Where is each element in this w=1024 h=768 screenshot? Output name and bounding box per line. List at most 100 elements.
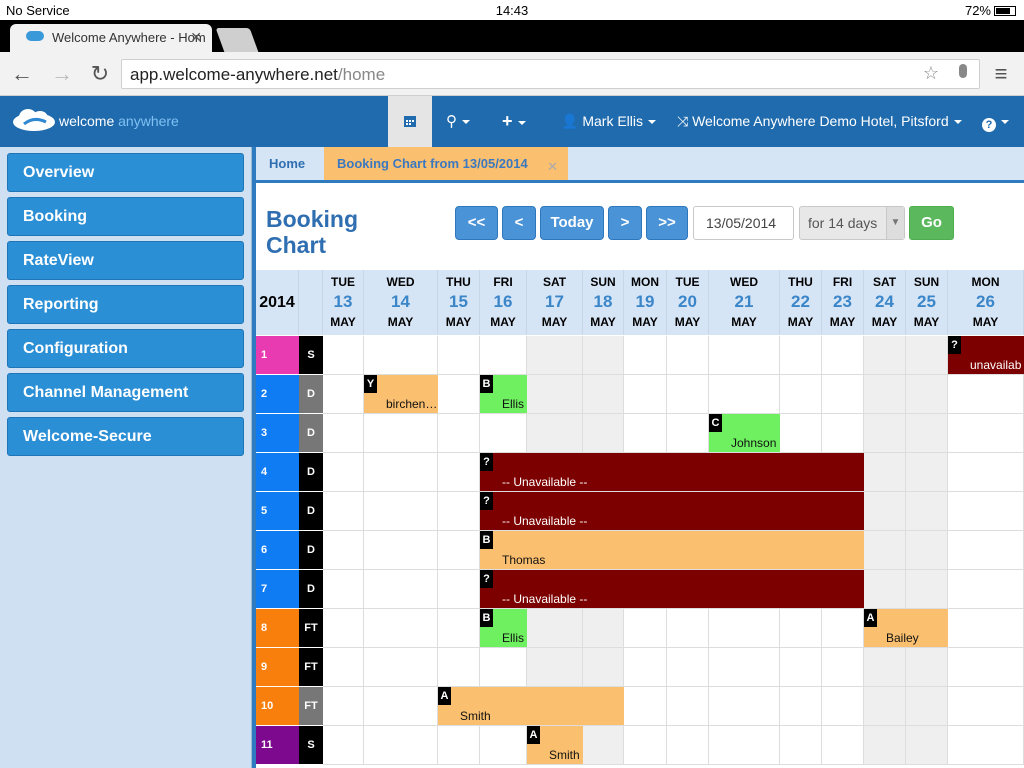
day-header[interactable]: MON 19 MAY <box>624 270 667 335</box>
grid-cell[interactable] <box>438 531 480 570</box>
grid-cell[interactable] <box>624 687 667 726</box>
grid-cell[interactable] <box>822 687 864 726</box>
room-number[interactable]: 11 <box>256 726 299 765</box>
day-header[interactable]: TUE 13 MAY <box>323 270 364 335</box>
room-number[interactable]: 8 <box>256 609 299 648</box>
grid-cell[interactable] <box>948 531 1024 570</box>
grid-cell[interactable] <box>323 570 364 609</box>
grid-cell[interactable] <box>864 570 906 609</box>
reload-icon[interactable]: ↻ <box>86 60 114 88</box>
grid-cell[interactable] <box>822 648 864 687</box>
grid-cell[interactable] <box>822 375 864 414</box>
grid-cell[interactable] <box>364 726 438 765</box>
grid-cell[interactable] <box>948 570 1024 609</box>
grid-cell[interactable] <box>906 375 948 414</box>
grid-cell[interactable] <box>667 609 709 648</box>
booking-block[interactable]: A Smith <box>527 726 583 764</box>
grid-cell[interactable] <box>948 375 1024 414</box>
grid-cell[interactable] <box>438 648 480 687</box>
grid-cell[interactable] <box>906 336 948 375</box>
new-tab-button[interactable] <box>215 28 259 52</box>
room-number[interactable]: 6 <box>256 531 299 570</box>
sidebar-item-booking[interactable]: Booking <box>7 197 244 236</box>
room-number[interactable]: 2 <box>256 375 299 414</box>
grid-cell[interactable] <box>323 375 364 414</box>
grid-cell[interactable] <box>323 414 364 453</box>
browser-tab-active[interactable]: Welcome Anywhere - Hom ✕ <box>10 24 212 52</box>
grid-cell[interactable] <box>709 687 780 726</box>
grid-cell[interactable] <box>906 531 948 570</box>
room-number[interactable]: 5 <box>256 492 299 531</box>
help-menu[interactable]: ? <box>982 96 1009 147</box>
grid-cell[interactable] <box>583 726 624 765</box>
grid-cell[interactable] <box>864 375 906 414</box>
grid-cell[interactable] <box>438 726 480 765</box>
grid-cell[interactable] <box>438 414 480 453</box>
grid-cell[interactable] <box>323 609 364 648</box>
grid-cell[interactable] <box>364 414 438 453</box>
day-header[interactable]: SUN 18 MAY <box>583 270 624 335</box>
sidebar-item-reporting[interactable]: Reporting <box>7 285 244 324</box>
sidebar-item-rateview[interactable]: RateView <box>7 241 244 280</box>
grid-cell[interactable] <box>438 492 480 531</box>
sidebar-item-configuration[interactable]: Configuration <box>7 329 244 368</box>
grid-cell[interactable] <box>323 492 364 531</box>
today-button[interactable]: Today <box>540 206 604 240</box>
grid-cell[interactable] <box>364 531 438 570</box>
grid-cell[interactable] <box>583 375 624 414</box>
grid-cell[interactable] <box>480 648 527 687</box>
grid-cell[interactable] <box>667 375 709 414</box>
grid-cell[interactable] <box>906 453 948 492</box>
hotel-switcher[interactable]: ⤨ Welcome Anywhere Demo Hotel, Pitsford <box>677 96 962 147</box>
booking-block[interactable]: ? -- Unavailable -- <box>480 453 864 491</box>
grid-cell[interactable] <box>780 726 822 765</box>
grid-cell[interactable] <box>822 609 864 648</box>
grid-cell[interactable] <box>864 453 906 492</box>
search-menu[interactable]: ⚲ <box>446 96 470 147</box>
back-arrow-icon[interactable]: ← <box>8 60 36 88</box>
booking-block[interactable]: B Ellis <box>480 375 527 413</box>
tab-home[interactable]: Home <box>256 147 322 180</box>
grid-cell[interactable] <box>822 336 864 375</box>
grid-cell[interactable] <box>864 414 906 453</box>
grid-cell[interactable] <box>709 375 780 414</box>
calendar-nav-button[interactable] <box>388 96 432 147</box>
grid-cell[interactable] <box>364 336 438 375</box>
grid-cell[interactable] <box>624 336 667 375</box>
grid-cell[interactable] <box>438 336 480 375</box>
booking-block[interactable]: ? -- Unavailable -- <box>480 492 864 530</box>
grid-cell[interactable] <box>709 726 780 765</box>
grid-cell[interactable] <box>583 648 624 687</box>
grid-cell[interactable] <box>906 648 948 687</box>
grid-cell[interactable] <box>780 414 822 453</box>
grid-cell[interactable] <box>527 414 583 453</box>
grid-cell[interactable] <box>624 648 667 687</box>
grid-cell[interactable] <box>948 609 1024 648</box>
room-number[interactable]: 4 <box>256 453 299 492</box>
booking-block[interactable]: A Bailey <box>864 609 948 647</box>
grid-cell[interactable] <box>323 531 364 570</box>
grid-cell[interactable] <box>864 531 906 570</box>
grid-cell[interactable] <box>438 375 480 414</box>
grid-cell[interactable] <box>583 609 624 648</box>
grid-cell[interactable] <box>480 414 527 453</box>
booking-block[interactable]: ? unavailab <box>948 336 1024 374</box>
sidebar-item-overview[interactable]: Overview <box>7 153 244 192</box>
grid-cell[interactable] <box>822 726 864 765</box>
grid-cell[interactable] <box>948 648 1024 687</box>
room-number[interactable]: 1 <box>256 336 299 375</box>
day-header[interactable]: THU 22 MAY <box>780 270 822 335</box>
grid-cell[interactable] <box>364 609 438 648</box>
day-header[interactable]: FRI 23 MAY <box>822 270 864 335</box>
day-header[interactable]: SAT 17 MAY <box>527 270 583 335</box>
grid-cell[interactable] <box>438 570 480 609</box>
grid-cell[interactable] <box>527 648 583 687</box>
grid-cell[interactable] <box>438 453 480 492</box>
room-number[interactable]: 9 <box>256 648 299 687</box>
grid-cell[interactable] <box>864 687 906 726</box>
booking-block[interactable]: ? -- Unavailable -- <box>480 570 864 608</box>
brand-logo-icon[interactable] <box>12 108 56 132</box>
grid-cell[interactable] <box>364 648 438 687</box>
grid-cell[interactable] <box>624 609 667 648</box>
first-page-button[interactable]: << <box>455 206 498 240</box>
